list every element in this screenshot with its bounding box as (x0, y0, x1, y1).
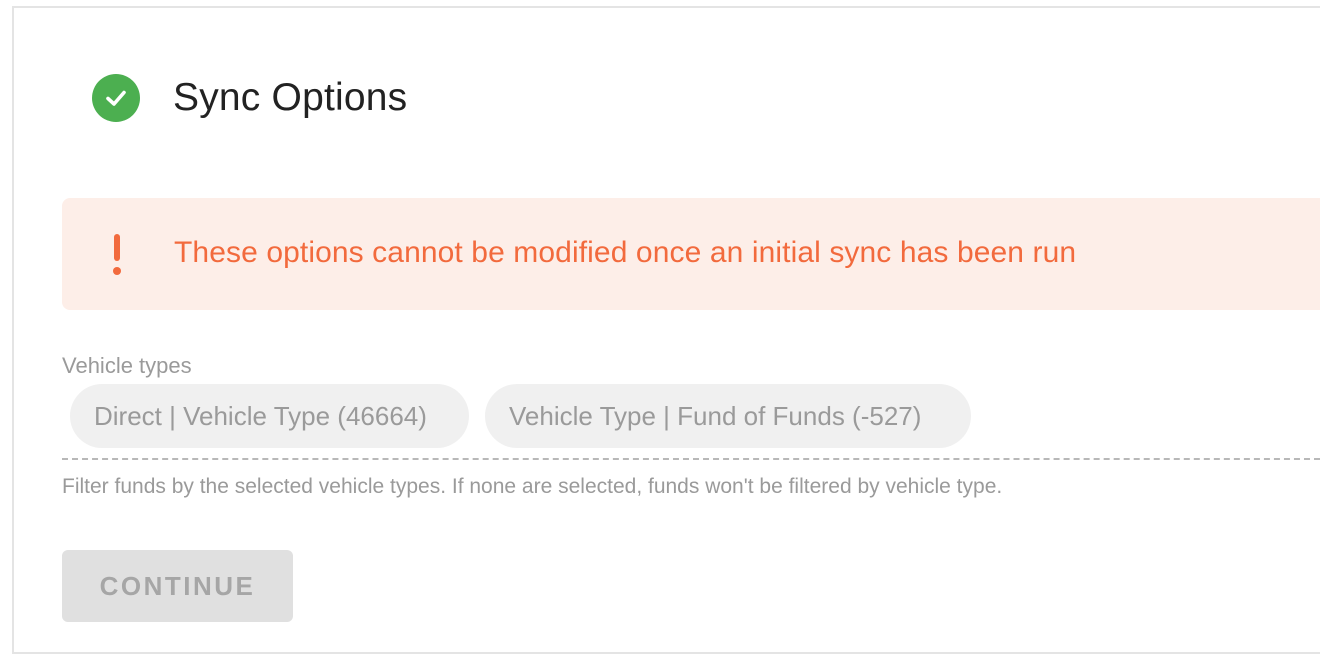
vehicle-type-chip[interactable]: Vehicle Type | Fund of Funds (-527) (485, 384, 971, 448)
alert-message: These options cannot be modified once an… (174, 236, 1077, 269)
step-title: Sync Options (173, 76, 408, 119)
vehicle-types-label: Vehicle types (62, 353, 192, 378)
field-underline (62, 458, 1320, 460)
warning-alert: These options cannot be modified once an… (62, 198, 1320, 310)
vehicle-types-select[interactable]: Direct | Vehicle Type (46664) Vehicle Ty… (70, 384, 987, 448)
step-header: Sync Options (92, 74, 407, 122)
page: Sync Options These options cannot be mod… (0, 0, 1320, 670)
vehicle-types-helper-text: Filter funds by the selected vehicle typ… (62, 475, 1003, 498)
continue-button[interactable]: CONTINUE (62, 550, 293, 622)
exclamation-icon (112, 234, 122, 276)
check-circle-icon (92, 74, 140, 122)
vehicle-type-chip[interactable]: Direct | Vehicle Type (46664) (70, 384, 469, 448)
